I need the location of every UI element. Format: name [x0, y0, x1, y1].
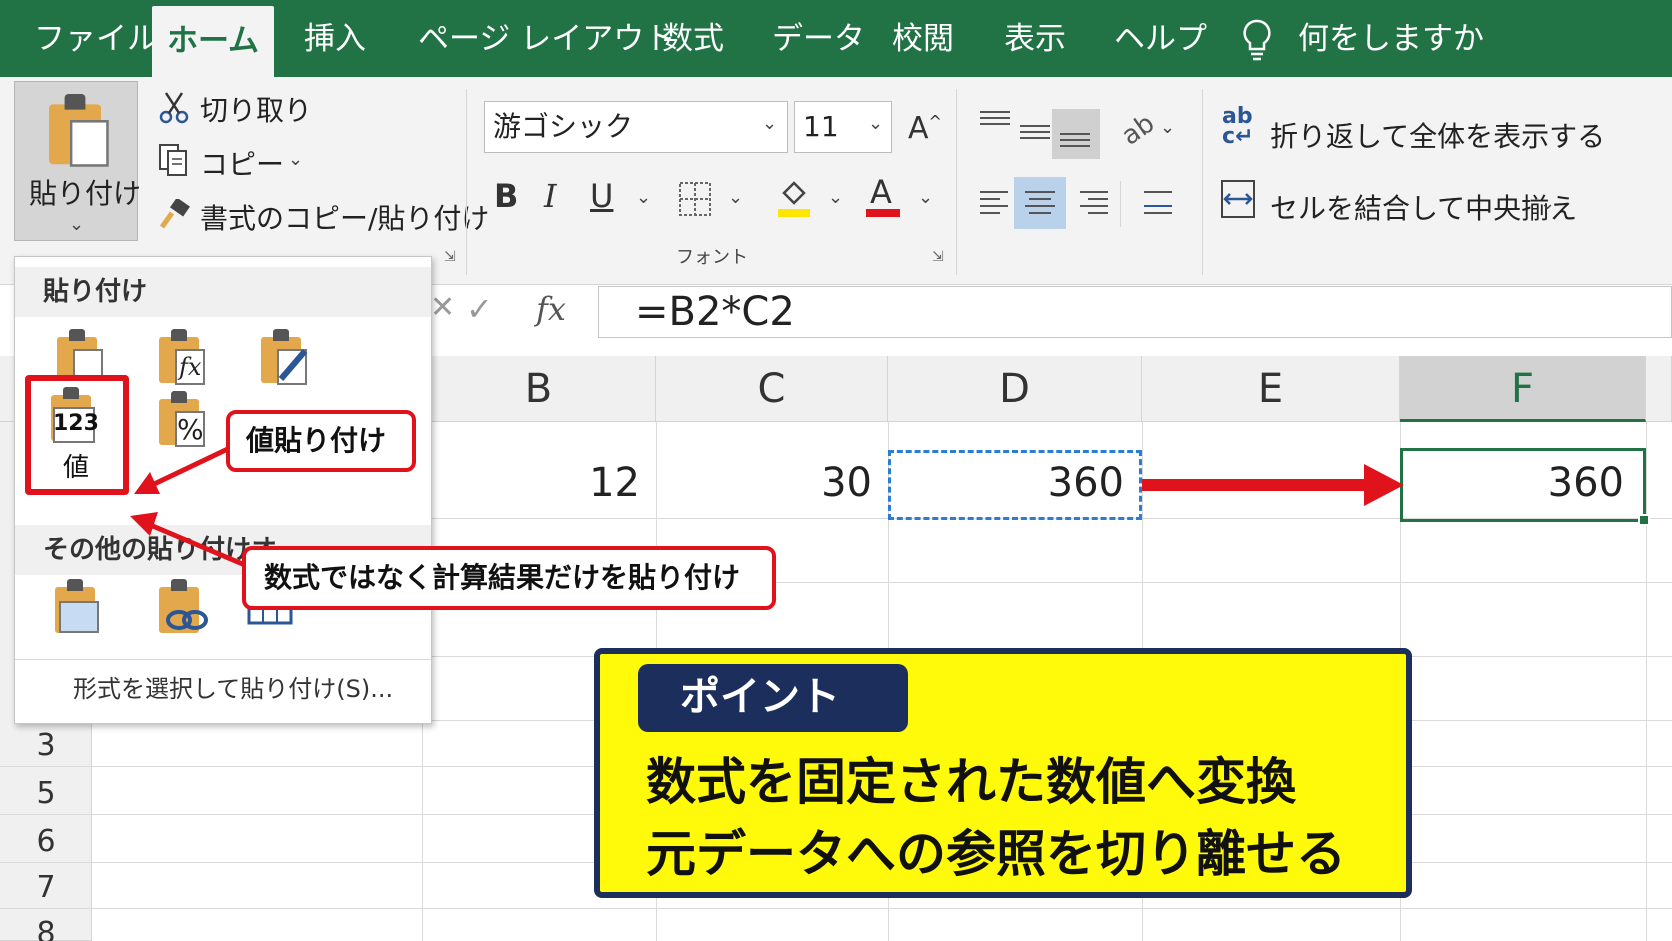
point-line-2: 元データへの参照を切り離せる: [646, 825, 1346, 883]
row-header-6[interactable]: 6: [0, 824, 92, 859]
column-header-d[interactable]: D: [888, 356, 1142, 422]
tab-data[interactable]: データ: [772, 0, 865, 77]
align-bottom-icon[interactable]: [1052, 109, 1100, 159]
paste-values-button[interactable]: 123 値: [25, 375, 129, 495]
fill-handle[interactable]: [1638, 514, 1650, 526]
separator: [1202, 89, 1203, 275]
font-color-bar: [866, 209, 900, 217]
column-header-b[interactable]: B: [422, 356, 656, 422]
point-line-1: 数式を固定された数値へ変換: [646, 753, 1296, 811]
point-badge: ポイント: [638, 664, 908, 732]
paste-values-number-format-icon[interactable]: %: [159, 391, 205, 447]
formula-input[interactable]: =B2*C2: [598, 286, 1672, 338]
row-header-8[interactable]: 8: [0, 916, 92, 941]
lightbulb-icon: [1243, 19, 1271, 61]
font-size-value: 11: [803, 110, 839, 143]
separator: [956, 89, 957, 275]
point-box: ポイント 数式を固定された数値へ変換 元データへの参照を切り離せる: [594, 648, 1412, 898]
merge-center-icon: [1221, 180, 1255, 218]
cell-d2[interactable]: 360: [888, 460, 1124, 506]
font-group-label: フォント: [676, 247, 748, 268]
tab-home[interactable]: ホーム: [152, 6, 274, 78]
format-painter-button[interactable]: 書式のコピー/貼り付け: [200, 197, 489, 237]
underline-button[interactable]: U: [590, 177, 613, 215]
fill-color-dropdown-icon[interactable]: ⌄: [828, 187, 843, 208]
callout-arrow-lower-icon: [130, 512, 253, 571]
wrap-text-icon: ab c↵: [1222, 104, 1254, 149]
tab-file[interactable]: ファイル: [34, 0, 158, 77]
tab-formulas[interactable]: 数式: [662, 0, 724, 77]
copy-icon: [159, 144, 187, 176]
enter-icon[interactable]: ✓: [466, 290, 493, 328]
merge-center-button[interactable]: セルを結合して中央揃え: [1270, 187, 1577, 227]
paste-section-header: 貼り付け: [15, 267, 431, 317]
paste-values-label: 値: [63, 453, 90, 483]
borders-icon[interactable]: [678, 181, 712, 217]
formula-text: =B2*C2: [635, 289, 795, 335]
font-launcher-icon[interactable]: ⇲: [932, 249, 944, 265]
font-name-dropdown[interactable]: 游ゴシック: [484, 101, 788, 153]
column-header-g[interactable]: [1646, 356, 1672, 422]
description-callout: 数式ではなく計算結果だけを貼り付け: [242, 546, 776, 610]
paste-label: 貼り付け: [29, 177, 142, 210]
row-header-3[interactable]: 3: [0, 728, 92, 763]
ribbon-home: 貼り付け ⌄ 切り取り コピー ⌄ 書式のコピー/貼り付け ⇲ 游ゴシック ⌄ …: [0, 77, 1672, 285]
orientation-dropdown-icon[interactable]: ⌄: [1160, 117, 1175, 138]
paste-keep-formatting-icon[interactable]: [261, 329, 308, 385]
cell-f2[interactable]: 360: [1400, 460, 1624, 506]
cell-b2[interactable]: 12: [422, 460, 640, 506]
paste-values-number: 123: [53, 411, 99, 436]
scissors-icon: [159, 92, 189, 124]
paste-icon: [49, 94, 109, 167]
cancel-icon[interactable]: ✕: [430, 290, 455, 325]
paste-button[interactable]: 貼り付け ⌄: [14, 81, 142, 241]
paste-link-icon[interactable]: [159, 579, 208, 633]
align-left-icon[interactable]: [972, 179, 1020, 227]
chevron-down-icon: ⌄: [762, 113, 778, 134]
copy-button[interactable]: コピー: [200, 143, 284, 183]
row-header-5[interactable]: 5: [0, 776, 92, 811]
separator: [466, 89, 467, 275]
underline-dropdown-icon[interactable]: ⌄: [636, 187, 651, 208]
chevron-down-icon: ⌄: [69, 214, 85, 235]
cell-c2[interactable]: 30: [656, 460, 872, 506]
format-painter-icon: [159, 199, 190, 229]
paste-formulas-icon[interactable]: fx: [159, 329, 205, 385]
bold-button[interactable]: B: [494, 177, 518, 215]
merge-dropdown-icon[interactable]: ⌄: [1540, 193, 1555, 214]
cut-button[interactable]: 切り取り: [200, 89, 312, 129]
align-right-icon[interactable]: [1072, 179, 1120, 227]
font-color-dropdown-icon[interactable]: ⌄: [918, 187, 933, 208]
italic-button[interactable]: I: [544, 177, 557, 215]
insert-function-button[interactable]: fx: [536, 290, 566, 328]
column-header-f[interactable]: F: [1400, 356, 1646, 422]
chevron-down-icon: ⌄: [868, 113, 884, 134]
decrease-indent-icon[interactable]: [1136, 179, 1184, 227]
tab-view[interactable]: 表示: [1004, 0, 1066, 77]
paste-picture-icon[interactable]: [55, 579, 99, 633]
separator: [1120, 181, 1121, 227]
paste-special-menu-item[interactable]: 形式を選択して貼り付け(S)...: [73, 669, 393, 704]
row-header-7[interactable]: 7: [0, 870, 92, 905]
font-name-value: 游ゴシック: [493, 110, 634, 143]
tab-page-layout[interactable]: ページ レイアウト: [418, 0, 675, 77]
ribbon-tab-bar: ファイル ホーム 挿入 ページ レイアウト 数式 データ 校閲 表示 ヘルプ 何…: [0, 0, 1672, 78]
column-header-e[interactable]: E: [1142, 356, 1400, 422]
clipboard-launcher-icon[interactable]: ⇲: [444, 249, 456, 265]
orientation-icon[interactable]: ab: [1116, 108, 1160, 151]
values-paste-callout: 値貼り付け: [226, 410, 416, 472]
borders-dropdown-icon[interactable]: ⌄: [728, 187, 743, 208]
tab-help[interactable]: ヘルプ: [1114, 0, 1207, 77]
fill-color-icon[interactable]: [776, 179, 812, 219]
tab-review[interactable]: 校閲: [892, 0, 954, 77]
align-center-icon[interactable]: [1014, 177, 1066, 229]
wrap-text-button[interactable]: 折り返して全体を表示する: [1270, 115, 1605, 155]
arrow-right-icon: [1142, 464, 1404, 506]
column-header-c[interactable]: C: [656, 356, 888, 422]
copy-dropdown-icon[interactable]: ⌄: [288, 149, 303, 170]
grow-font-button[interactable]: A^: [908, 111, 942, 146]
font-color-button[interactable]: A: [870, 173, 892, 211]
tell-me-search[interactable]: 何をしますか: [1298, 0, 1484, 77]
tab-insert[interactable]: 挿入: [304, 0, 366, 77]
